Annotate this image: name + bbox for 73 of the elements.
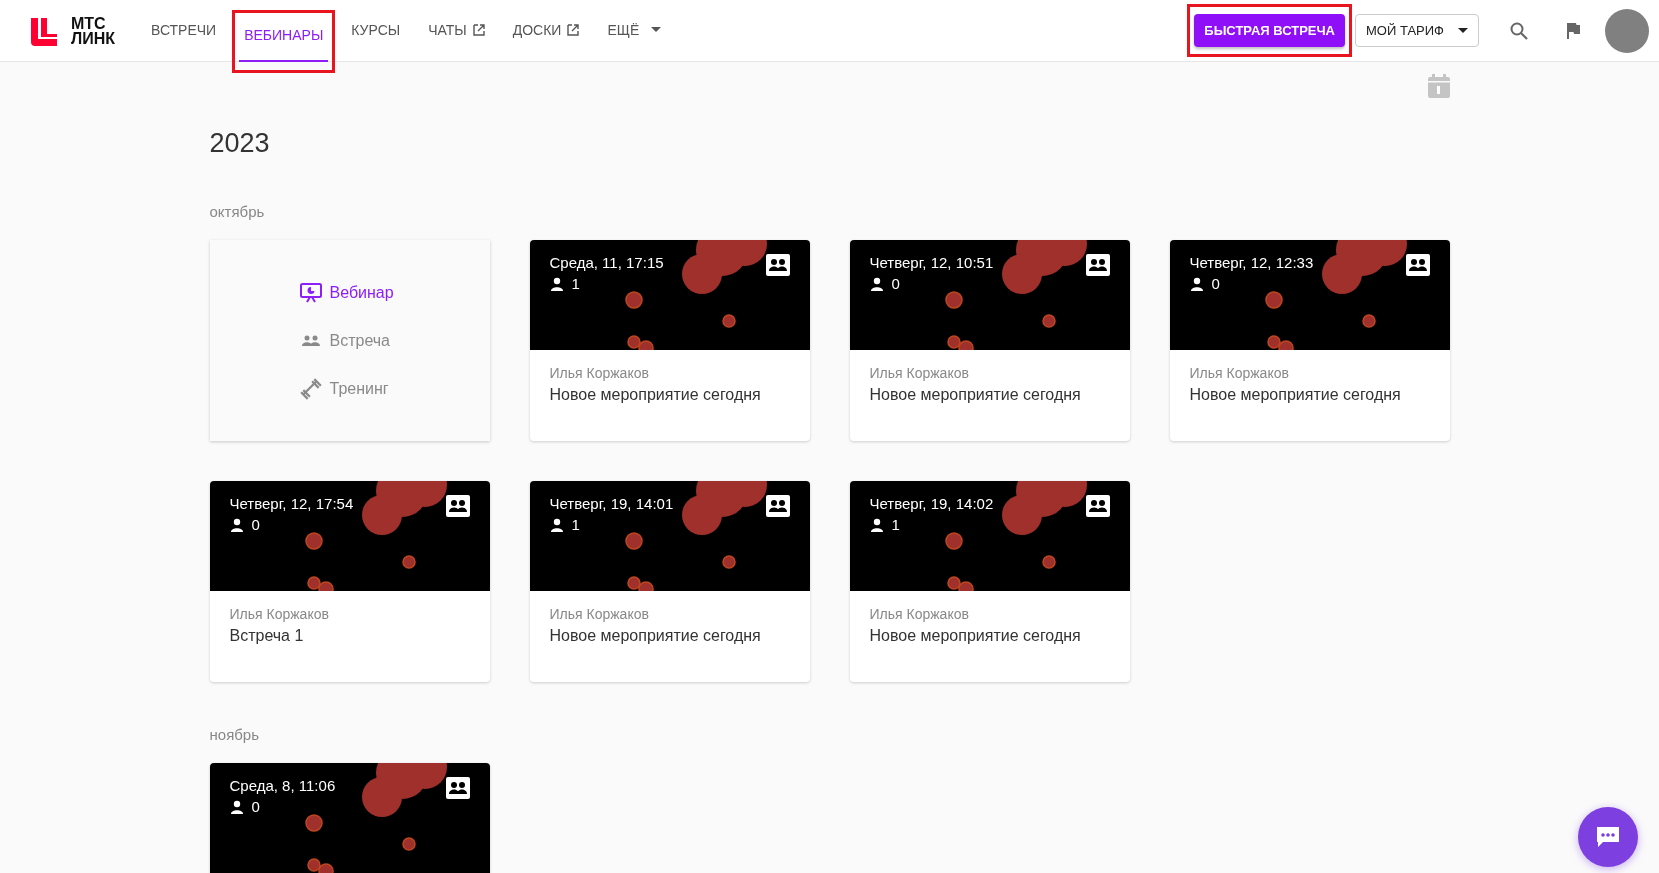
search-icon[interactable] [1509,20,1529,41]
event-card[interactable]: Четверг, 19, 14:01 1 Илья Коржаков Новое мероприятие сегодня [529,481,810,682]
person-icon [1189,276,1204,291]
event-author: Илья Коржаков [229,606,329,622]
meeting-type-icon [445,495,470,517]
nav-tab[interactable]: ЧАТЫ [423,2,490,59]
participant-count: 0 [1211,275,1220,292]
external-link-icon [567,23,580,36]
chat-icon [1594,825,1622,849]
dumbbell-icon [299,377,322,400]
meeting-type-icon [1405,254,1430,276]
event-date: Среда, 11, 17:15 [549,254,664,271]
nav-tab[interactable]: ВСТРЕЧИ [146,2,222,59]
meeting-type-icon [1085,254,1110,276]
month-heading: октябрь [209,203,266,220]
event-card[interactable]: Четверг, 19, 14:02 1 Илья Коржаков Новое мероприятие сегодня [849,481,1130,682]
participant-count: 0 [251,798,260,815]
event-card[interactable]: Четверг, 12, 12:33 0 Илья Коржаков Новое мероприятие сегодня [1169,240,1450,441]
meeting-type-icon [1085,495,1110,517]
nav-tab[interactable]: ВЕБИНАРЫ [239,10,329,62]
event-date: Четверг, 12, 12:33 [1189,254,1314,271]
event-card[interactable]: Среда, 8, 11:06 0 [209,763,490,873]
person-icon [549,276,564,291]
create-option[interactable]: Вебинар [299,281,400,304]
event-title: Новое мероприятие сегодня [869,627,1081,645]
year-heading: 2023 [209,128,271,159]
event-date: Четверг, 19, 14:01 [549,495,674,512]
external-link-icon [472,23,485,36]
event-card[interactable]: Четверг, 12, 17:54 0 Илья Коржаков Встреча 1 [209,481,490,682]
participant-count: 1 [891,516,900,533]
plan-dropdown[interactable]: МОЙ ТАРИФ [1355,14,1479,47]
event-title: Новое мероприятие сегодня [549,386,761,404]
participant-count: 0 [891,275,900,292]
meeting-type-icon [445,777,470,799]
person-icon [229,517,244,532]
logo-text: МТС ЛИНК [71,15,116,46]
event-title: Новое мероприятие сегодня [869,386,1081,404]
meeting-type-icon [765,495,790,517]
event-date: Четверг, 12, 10:51 [869,254,994,271]
event-date: Среда, 8, 11:06 [229,777,336,794]
caret-icon [1458,28,1468,33]
month-heading: ноябрь [209,726,260,743]
caret-icon [651,27,662,32]
event-title: Новое мероприятие сегодня [549,627,761,645]
presentation-icon [299,281,322,304]
person-icon [869,517,884,532]
nav-tab[interactable]: КУРСЫ [346,2,406,59]
event-author: Илья Коржаков [549,606,649,622]
event-author: Илья Коржаков [549,365,649,381]
meeting-type-icon [765,254,790,276]
event-card[interactable]: Четверг, 12, 10:51 0 Илья Коржаков Новое мероприятие сегодня [849,240,1130,441]
participant-count: 1 [571,275,580,292]
person-icon [549,517,564,532]
people-icon [300,334,321,347]
chat-button[interactable] [1578,807,1638,867]
event-title: Встреча 1 [229,627,304,645]
participant-count: 0 [251,516,260,533]
person-icon [229,799,244,814]
avatar[interactable] [1605,8,1649,53]
nav-tab[interactable]: ЕЩЁ [602,2,667,59]
quick-meeting-button[interactable]: БЫСТРАЯ ВСТРЕЧА [1194,14,1345,47]
participant-count: 1 [571,516,580,533]
event-author: Илья Коржаков [869,606,969,622]
event-date: Четверг, 12, 17:54 [229,495,354,512]
flag-icon[interactable] [1565,21,1581,40]
event-date: Четверг, 19, 14:02 [869,495,994,512]
event-card[interactable]: Среда, 11, 17:15 1 Илья Коржаков Новое мероприятие сегодня [529,240,810,441]
nav-tab[interactable]: ДОСКИ [507,2,585,59]
event-title: Новое мероприятие сегодня [1189,386,1401,404]
event-author: Илья Коржаков [1189,365,1289,381]
person-icon [869,276,884,291]
event-author: Илья Коржаков [869,365,969,381]
logo-icon [29,15,59,46]
